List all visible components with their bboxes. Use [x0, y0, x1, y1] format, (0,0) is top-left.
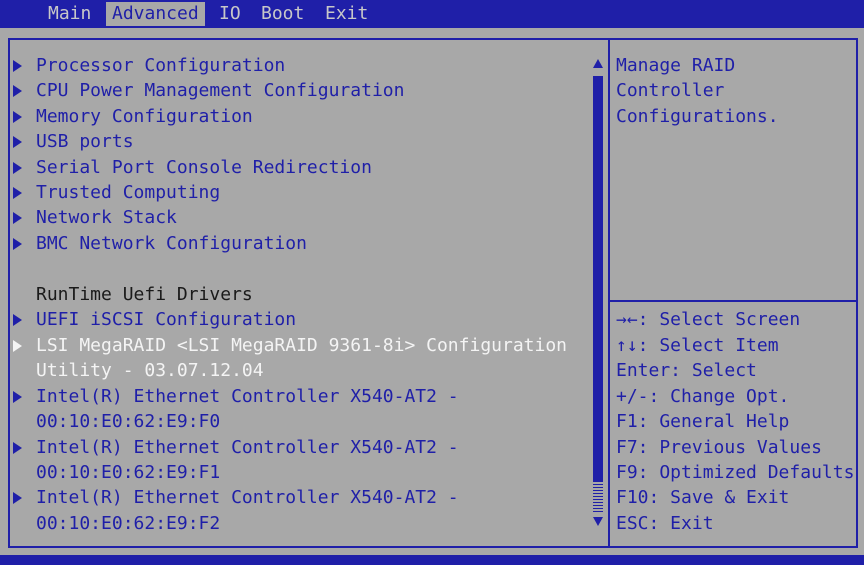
submenu-arrow-icon — [13, 136, 22, 148]
key-hint: +/-: Change Opt. — [616, 386, 790, 407]
key-hint: F10: Save & Exit — [616, 487, 790, 508]
list-item-label: Memory Configuration — [36, 106, 253, 127]
submenu-arrow-icon — [13, 85, 22, 97]
list-item-label: USB ports — [36, 131, 134, 152]
driver-item-detail: 00:10:E0:62:E9:F1 — [36, 462, 221, 483]
submenu-arrow-icon — [13, 162, 22, 174]
bottom-bar — [0, 555, 864, 565]
panel-divider — [608, 40, 610, 546]
driver-item-label: Intel(R) Ethernet Controller X540-AT2 - — [36, 487, 459, 508]
key-hint: ESC: Exit — [616, 513, 714, 534]
submenu-arrow-icon — [13, 391, 22, 403]
tab-io[interactable]: IO — [213, 2, 247, 26]
menu-bar: Main Advanced IO Boot Exit — [0, 0, 864, 28]
help-text-line: Controller — [616, 80, 725, 101]
submenu-arrow-icon — [13, 60, 22, 72]
submenu-arrow-icon — [13, 442, 22, 454]
key-hint: F7: Previous Values — [616, 437, 822, 458]
list-item-label: Serial Port Console Redirection — [36, 157, 372, 178]
help-text-line: Manage RAID — [616, 55, 736, 76]
submenu-arrow-icon — [13, 111, 22, 123]
key-hint: F9: Optimized Defaults — [616, 462, 855, 483]
driver-item-label: Intel(R) Ethernet Controller X540-AT2 - — [36, 437, 459, 458]
list-item-label: Processor Configuration — [36, 55, 286, 76]
tab-main[interactable]: Main — [42, 2, 97, 26]
bios-screen: Main Advanced IO Boot Exit Processor Con… — [0, 0, 864, 565]
list-item-label: BMC Network Configuration — [36, 233, 307, 254]
list-item-label: Trusted Computing — [36, 182, 221, 203]
scroll-down-arrow-icon[interactable] — [593, 517, 603, 526]
list-item-label: CPU Power Management Configuration — [36, 80, 405, 101]
list-item-label: Network Stack — [36, 207, 177, 228]
driver-item-detail: Utility - 03.07.12.04 — [36, 360, 264, 381]
submenu-arrow-icon — [13, 492, 22, 504]
driver-item-detail: 00:10:E0:62:E9:F2 — [36, 513, 221, 534]
help-text-line: Configurations. — [616, 106, 779, 127]
tab-advanced[interactable]: Advanced — [106, 2, 205, 26]
driver-item-label: UEFI iSCSI Configuration — [36, 309, 297, 330]
tab-boot[interactable]: Boot — [255, 2, 310, 26]
scroll-track[interactable] — [593, 484, 603, 512]
scroll-thumb[interactable] — [593, 76, 603, 482]
submenu-arrow-icon — [13, 238, 22, 250]
help-divider — [610, 300, 856, 302]
tab-exit[interactable]: Exit — [319, 2, 374, 26]
scroll-up-arrow-icon[interactable] — [593, 59, 603, 68]
key-hint: Enter: Select — [616, 360, 757, 381]
submenu-arrow-icon — [13, 340, 22, 352]
section-header: RunTime Uefi Drivers — [36, 284, 253, 305]
key-hint: →←: Select Screen — [616, 309, 801, 330]
key-hint: F1: General Help — [616, 411, 790, 432]
driver-item-label: LSI MegaRAID <LSI MegaRAID 9361-8i> Conf… — [36, 335, 568, 356]
submenu-arrow-icon — [13, 187, 22, 199]
driver-item-label: Intel(R) Ethernet Controller X540-AT2 - — [36, 386, 459, 407]
submenu-arrow-icon — [13, 212, 22, 224]
driver-item-detail: 00:10:E0:62:E9:F0 — [36, 411, 221, 432]
key-hint: ↑↓: Select Item — [616, 335, 779, 356]
submenu-arrow-icon — [13, 314, 22, 326]
